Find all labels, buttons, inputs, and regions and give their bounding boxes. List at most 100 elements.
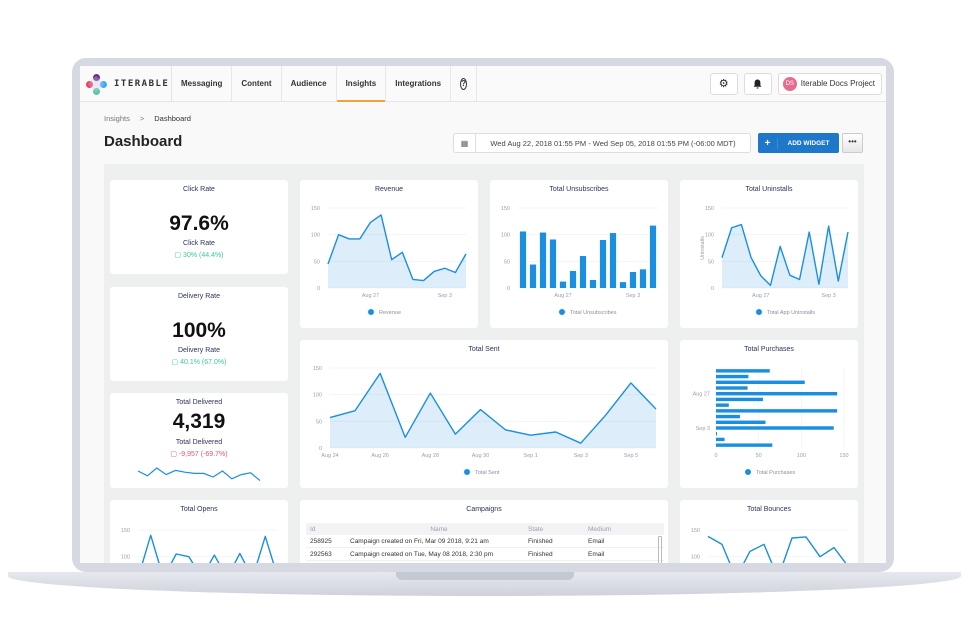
y-tick-label: 100 [121,555,130,561]
metric-delta: ▢ 40.1% (67.0%) [171,359,227,366]
area-fill [330,373,656,448]
legend-marker [756,309,762,315]
y-tick-label: 0 [711,286,714,292]
help-icon: ? [460,77,468,90]
uninstalls-card: Total Uninstalls 0 50 100 150 Aug 27 Sep 3 Uni… [680,180,858,328]
project-switcher[interactable]: DS Iterable Docs Project [777,72,882,95]
table-row[interactable]: 292563 Campaign created on Tue, May 08 2… [306,548,664,561]
x-tick-label: 150 [839,453,848,459]
y-tick-label: 100 [313,393,322,399]
y-tick-label: 150 [311,206,320,212]
bar [529,264,537,288]
bar [716,369,770,373]
y-tick-label: 0 [319,446,322,452]
breadcrumb-insights[interactable]: Insights [104,114,130,123]
iterable-logo-icon [86,73,107,95]
bar [716,409,838,413]
area-fill [328,214,466,288]
date-range-value: Wed Aug 22, 2018 01:55 PM - Wed Sep 05, … [490,138,736,148]
nav-content[interactable]: Content [232,66,282,101]
bounces-chart: 100 150 [691,528,848,563]
legend-marker [745,469,751,475]
bar [589,280,597,288]
y-tick-label: 150 [313,366,322,372]
add-widget-button[interactable]: + ADD WIDGET [758,133,839,153]
bar [716,392,838,396]
app-screen: ITERABLE Messaging Content Audience Insi… [80,66,886,563]
project-avatar: DS [782,76,797,91]
x-tick-label: Aug 27 [752,293,769,299]
total-sent-card: Total Sent 0 50 100 150 Aug 24 Aug 26 Aug 28 Au… [300,340,668,488]
x-tick-label: 0 [714,453,717,459]
x-tick-label: Aug 24 [321,453,338,459]
purchases-chart: 0 50 100 150 Aug 27 Sep 3 Total Purchases [693,368,849,476]
y-tick-label: 100 [691,555,700,561]
cell-medium: Email [588,550,605,558]
card-title: Click Rate [183,186,215,193]
bar [559,281,567,288]
top-nav: ITERABLE Messaging Content Audience Insi… [80,66,886,102]
notifications-button[interactable] [743,72,772,95]
nav-insights[interactable]: Insights [336,66,387,102]
page-title: Dashboard [104,133,183,150]
more-options-button[interactable]: ••• [842,133,863,153]
cell-state: Finished [528,537,553,545]
cell-medium: Email [588,537,605,545]
bar [629,272,637,288]
bar [519,231,527,288]
y-tick-label: 50 [314,259,320,265]
bar [599,240,607,288]
column-state[interactable]: State [528,526,588,533]
card-title: Campaigns [466,506,502,513]
legend-label: Total Sent [475,470,500,476]
y-tick-label: 50 [504,259,510,265]
date-range-picker[interactable]: ▦ Wed Aug 22, 2018 01:55 PM - Wed Sep 05… [453,133,751,153]
column-medium[interactable]: Medium [588,526,648,533]
bar [716,380,805,384]
click-rate-card: Click Rate 97.6% Click Rate ▢ 30% (44.4%… [110,180,288,274]
settings-button[interactable]: ⚙ [709,72,738,95]
x-tick-label: 50 [756,453,762,459]
y-tick-label: 100 [311,233,320,239]
bar [716,374,749,379]
metric-delta: ▢ 30% (44.4%) [174,252,224,259]
dashboard-grid: Click Rate 97.6% Click Rate ▢ 30% (44.4%… [104,164,864,563]
y-tick-label: 150 [121,528,130,534]
nav-right-actions: ⚙ DS Iterable Docs Project [709,66,886,101]
series-line [707,535,847,563]
opens-chart: 100 150 [121,528,278,563]
help-button[interactable]: ? [451,66,478,101]
y-tick-label: 150 [691,528,700,534]
bounces-card: Total Bounces 100 150 [680,500,858,563]
bar [716,426,834,430]
campaigns-card: Campaigns Id Name State Medium 258925 Ca… [300,500,668,563]
trend-up-icon: ▢ [174,252,184,259]
opens-card: Total Opens 100 150 [110,500,288,563]
bar [716,386,748,390]
column-id[interactable]: Id [306,526,346,533]
metric-label: Delivery Rate [177,347,220,354]
metric-value: 100% [172,319,226,342]
brand-logo[interactable]: ITERABLE [80,66,172,101]
y-tick-label: 50 [316,419,322,425]
table-header: Id Name State Medium [306,523,664,535]
metric-label: Click Rate [183,240,215,247]
legend-label: Revenue [379,310,401,316]
gear-icon: ⚙ [718,78,729,90]
unsubscribes-chart: 0 50 100 150 Aug 27 Sep 3 Total Unsubscribes [501,206,658,316]
bar [579,256,587,288]
cell-name: Campaign created on Fri, Mar 09 2018, 9:… [350,537,489,545]
nav-integrations[interactable]: Integrations [386,66,452,101]
total-delivered-card: Total Delivered 4,319 Total Delivered ▢ … [110,393,288,488]
bar [716,403,729,407]
x-tick-label: Aug 26 [371,453,388,459]
nav-messaging[interactable]: Messaging [172,66,233,101]
table-scrollbar[interactable] [658,536,662,563]
column-name[interactable]: Name [346,526,528,533]
table-row[interactable]: 258925 Campaign created on Fri, Mar 09 2… [306,535,664,548]
laptop-notch [396,572,574,580]
legend-marker [464,469,470,475]
nav-audience[interactable]: Audience [282,66,337,101]
y-tick-label: Aug 27 [693,392,710,398]
legend-marker [559,309,565,315]
